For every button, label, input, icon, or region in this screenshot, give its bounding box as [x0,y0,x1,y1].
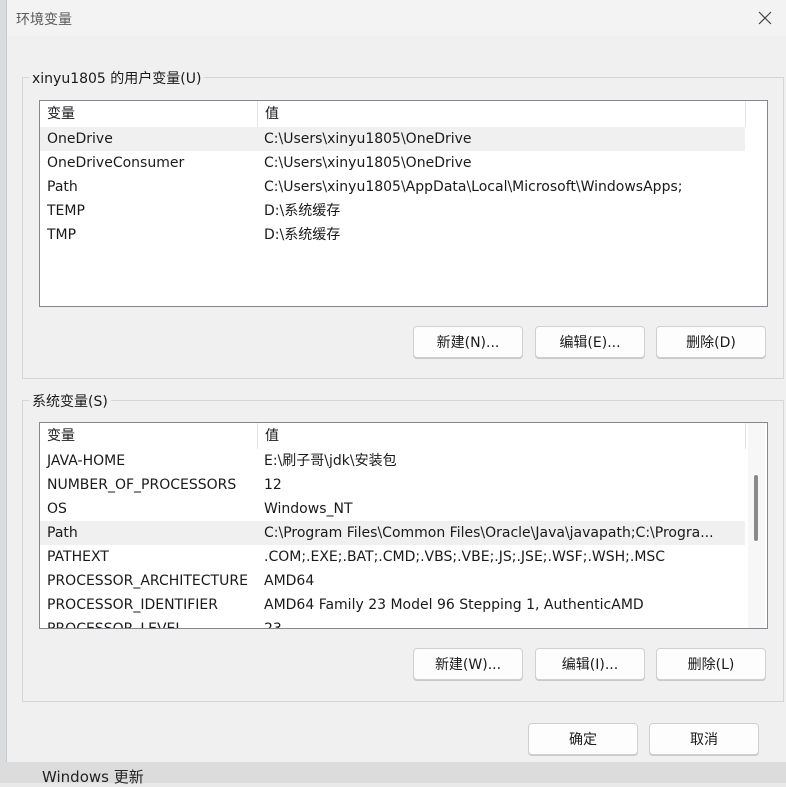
system-delete-button[interactable]: 删除(L) [656,648,766,680]
cancel-button[interactable]: 取消 [649,723,759,755]
variable-value: E:\刷子哥\jdk\安装包 [264,453,397,469]
variable-value: Windows_NT [264,501,353,517]
column-separator [745,423,746,449]
window-title: 环境变量 [16,12,72,28]
title-bar: 环境变量 [7,0,786,36]
variable-value: AMD64 Family 23 Model 96 Stepping 1, Aut… [264,597,644,613]
close-icon [758,11,772,25]
user-delete-button[interactable]: 删除(D) [656,326,766,358]
list-item[interactable]: PROCESSOR_ARCHITECTURE AMD64 [40,569,745,593]
list-item[interactable]: PROCESSOR_LEVEL 23 [40,617,745,629]
list-item[interactable]: PATHEXT .COM;.EXE;.BAT;.CMD;.VBS;.VBE;.JS… [40,545,745,569]
variable-name: Path [47,525,78,541]
variable-name: JAVA-HOME [47,453,126,469]
variable-name: TEMP [47,203,85,219]
variable-name: PROCESSOR_LEVEL [47,621,184,629]
variable-name: NUMBER_OF_PROCESSORS [47,477,237,493]
column-header-variable[interactable]: 变量 [40,101,257,127]
variable-value: D:\系统缓存 [264,203,341,219]
variable-value: C:\Users\xinyu1805\OneDrive [264,155,472,171]
list-item[interactable]: Path C:\Program Files\Common Files\Oracle… [40,521,745,545]
list-item[interactable]: TEMP D:\系统缓存 [40,199,745,223]
variable-name: PATHEXT [47,549,109,565]
variable-value: C:\Program Files\Common Files\Oracle\Jav… [264,525,714,541]
variable-value: 12 [264,477,282,493]
variable-value: C:\Users\xinyu1805\OneDrive [264,131,472,147]
user-variables-label: xinyu1805 的用户变量(U) [29,68,205,88]
user-variables-list[interactable]: 变量 值 OneDrive C:\Users\xinyu1805\OneDrive… [39,100,768,307]
list-item[interactable]: PROCESSOR_IDENTIFIER AMD64 Family 23 Mode… [40,593,745,617]
variable-name: OneDriveConsumer [47,155,185,171]
user-list-header: 变量 值 [40,101,767,127]
variable-name: PROCESSOR_ARCHITECTURE [47,573,248,589]
variable-value: AMD64 [264,573,315,589]
ok-button[interactable]: 确定 [528,723,638,755]
system-variables-list[interactable]: 变量 值 JAVA-HOME E:\刷子哥\jdk\安装包 NUMBER_OF_PR… [39,422,768,629]
variable-name: OneDrive [47,131,113,147]
column-separator [745,101,746,127]
environment-variables-dialog: 环境变量 xinyu1805 的用户变量(U) 变量 值 OneDrive C:\… [6,0,786,762]
column-header-value[interactable]: 值 [258,423,745,449]
column-header-value[interactable]: 值 [258,101,745,127]
user-new-button[interactable]: 新建(N)... [413,326,523,358]
list-item[interactable]: JAVA-HOME E:\刷子哥\jdk\安装包 [40,449,745,473]
column-header-variable[interactable]: 变量 [40,423,257,449]
variable-name: OS [47,501,67,517]
variable-value: 23 [264,621,282,629]
system-list-header: 变量 值 [40,423,767,449]
variable-value: C:\Users\xinyu1805\AppData\Local\Microso… [264,179,683,195]
variable-name: Path [47,179,78,195]
list-item[interactable]: NUMBER_OF_PROCESSORS 12 [40,473,745,497]
system-list-scrollbar-thumb[interactable] [754,475,758,541]
variable-name: TMP [47,227,77,243]
list-item[interactable]: OneDrive C:\Users\xinyu1805\OneDrive [40,127,745,151]
variable-name: PROCESSOR_IDENTIFIER [47,597,218,613]
close-button[interactable] [743,0,786,36]
list-item[interactable]: OS Windows_NT [40,497,745,521]
list-item[interactable]: TMP D:\系统缓存 [40,223,745,247]
variable-value: .COM;.EXE;.BAT;.CMD;.VBS;.VBE;.JS;.JSE;.… [264,549,666,565]
system-variables-label: 系统变量(S) [29,391,111,411]
system-new-button[interactable]: 新建(W)... [413,648,523,680]
variable-value: D:\系统缓存 [264,227,341,243]
list-item[interactable]: OneDriveConsumer C:\Users\xinyu1805\OneDr… [40,151,745,175]
user-edit-button[interactable]: 编辑(E)... [535,326,645,358]
list-item[interactable]: Path C:\Users\xinyu1805\AppData\Local\Mic… [40,175,745,199]
background-windows-update-text: Windows 更新 [42,768,144,786]
system-edit-button[interactable]: 编辑(I)... [535,648,645,680]
